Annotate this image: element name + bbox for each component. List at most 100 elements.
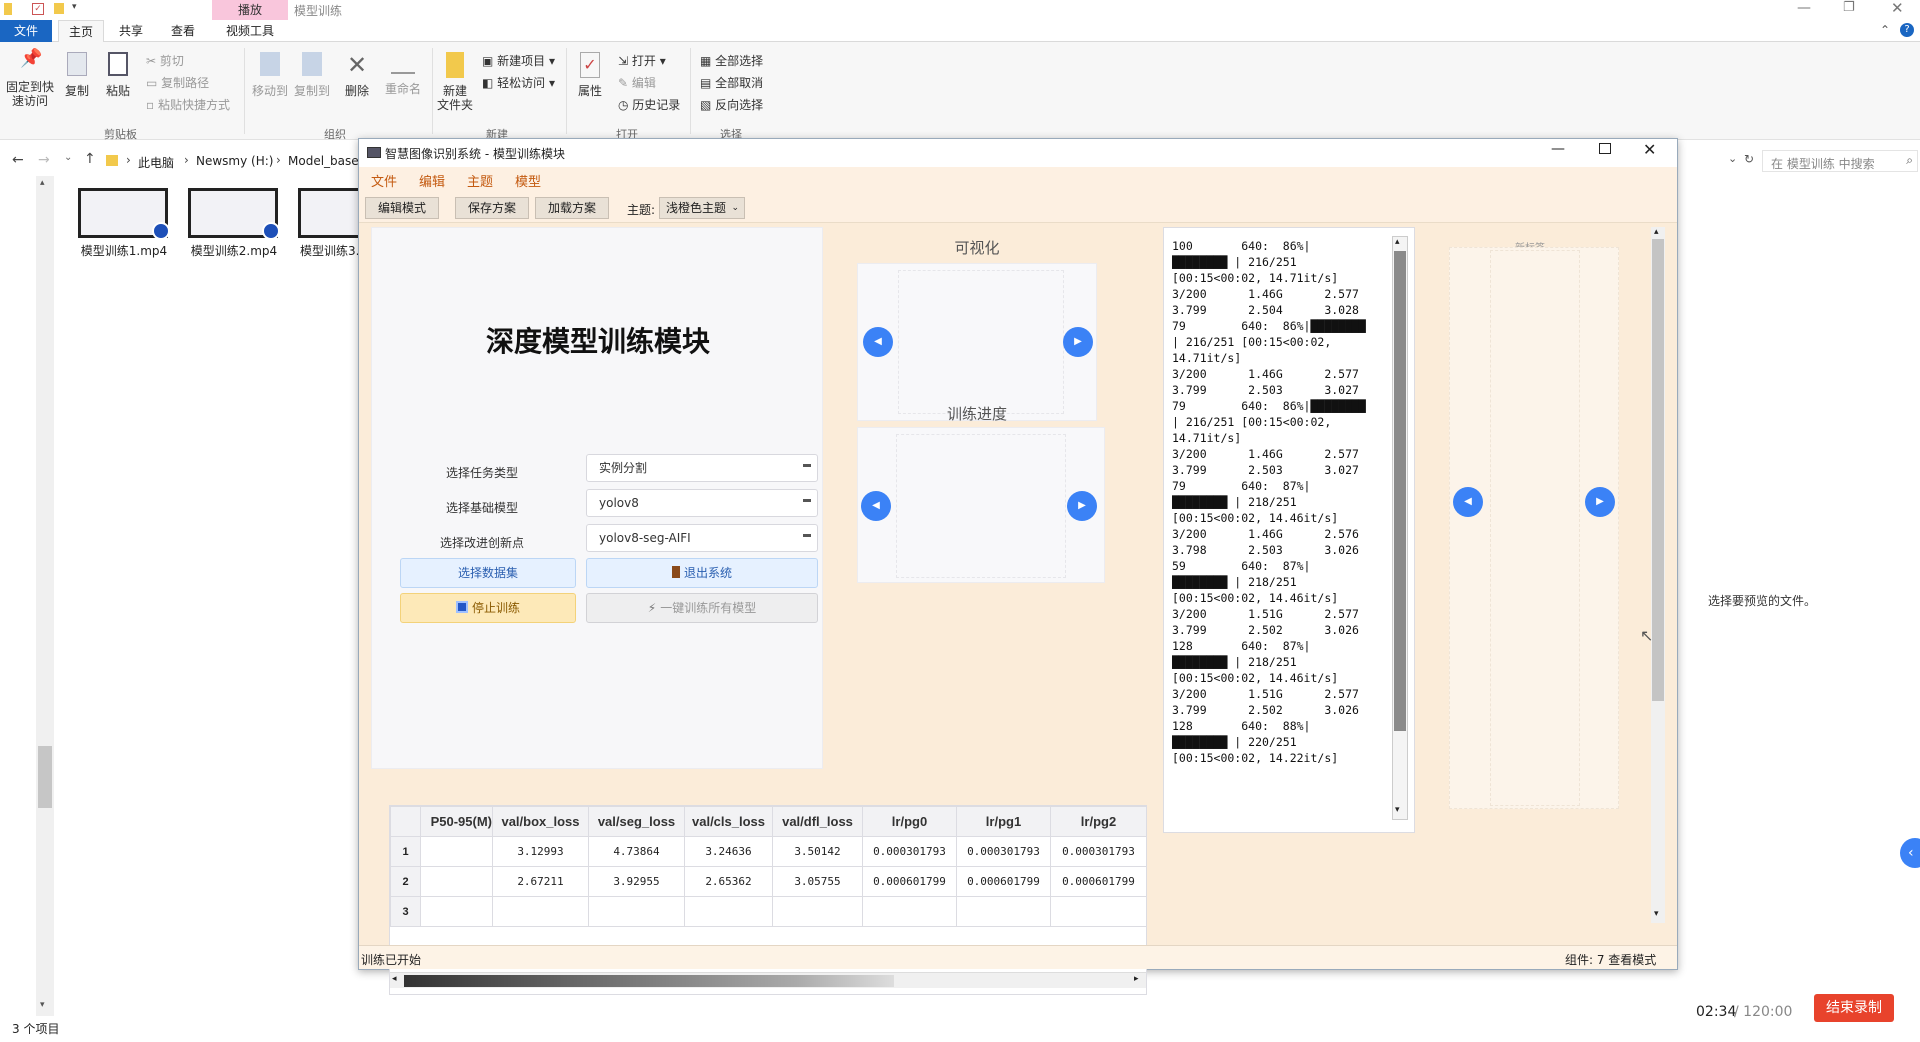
exit-system-button[interactable]: 退出系统 [586,558,818,588]
copy-to-button[interactable]: 复制到 [292,52,332,98]
qa-dropdown-icon[interactable]: ▾ [72,2,77,12]
table-cell[interactable]: 0.000301793 [862,836,957,867]
table-cell[interactable]: 0.000601799 [956,866,1051,897]
paste-shortcut-button[interactable]: ▫ 粘贴快捷方式 [146,96,230,113]
progress-next-button[interactable]: ▶ [1067,491,1097,521]
table-cell[interactable]: 3.50142 [772,836,863,867]
scrollbar-thumb[interactable] [1394,251,1406,731]
column-header[interactable]: val/cls_loss [684,806,773,837]
menu-model[interactable]: 模型 [515,171,541,190]
recent-dropdown-icon[interactable]: ⌄ [64,152,72,163]
new-item-button[interactable]: ▣ 新建项目 ▾ [482,52,555,69]
copy-button[interactable]: 复制 [60,52,94,98]
table-row[interactable]: 3 [390,896,1147,927]
tab-home[interactable]: 主页 [58,20,104,42]
scroll-up-icon[interactable]: ▴ [40,178,45,188]
new-tab-prev-button[interactable]: ◀ [1453,487,1483,517]
scroll-right-icon[interactable]: ▸ [1134,974,1139,984]
collapse-ribbon-icon[interactable]: ⌃ [1880,23,1890,37]
table-cell[interactable] [420,866,493,897]
properties-button[interactable]: ✓ 属性 [572,52,608,98]
base-model-select[interactable]: yolov8 [586,489,818,517]
breadcrumb-model-base[interactable]: Model_base [288,154,359,168]
file-item[interactable]: 模型训练1.mp4 [74,186,174,258]
column-header[interactable]: val/dfl_loss [772,806,863,837]
menu-file[interactable]: 文件 [371,171,397,190]
table-cell[interactable]: 0.000301793 [956,836,1051,867]
column-header[interactable]: lr/pg1 [956,806,1051,837]
minimize-icon[interactable]: — [1797,0,1811,16]
column-header[interactable]: lr/pg0 [862,806,957,837]
log-scrollbar[interactable]: ▴ ▾ [1392,236,1408,820]
table-cell[interactable]: 2.67211 [492,866,589,897]
tab-file[interactable]: 文件 [0,20,52,42]
progress-prev-button[interactable]: ◀ [861,491,891,521]
save-plan-button[interactable]: 保存方案 [455,197,529,219]
select-none-button[interactable]: ▤ 全部取消 [700,74,763,91]
close-icon[interactable]: ✕ [1643,140,1656,159]
minimize-icon[interactable]: — [1551,141,1565,157]
table-cell[interactable] [420,896,493,927]
table-cell[interactable] [862,896,957,927]
restore-icon[interactable]: ❐ [1843,0,1855,15]
horizontal-scrollbar[interactable]: ◂ ▸ [390,972,1146,988]
navigation-pane-scrollbar[interactable]: ▴ ▾ [36,176,54,1016]
column-header[interactable]: val/box_loss [492,806,589,837]
table-cell[interactable] [684,896,773,927]
file-item[interactable]: 模型训练2.mp4 [184,186,284,258]
search-input[interactable]: 在 模型训练 中搜索 ⌕ [1762,150,1918,172]
row-index[interactable]: 1 [390,836,421,867]
side-collapse-button[interactable]: ‹ [1900,838,1920,868]
up-arrow-icon[interactable]: ↑ [84,151,96,167]
viz-next-button[interactable]: ▶ [1063,327,1093,357]
train-all-models-button[interactable]: ⚡ 一键训练所有模型 [586,593,818,623]
task-type-select[interactable]: 实例分割 [586,454,818,482]
table-cell[interactable] [956,896,1051,927]
table-row[interactable]: 1 3.12993 4.73864 3.24636 3.50142 0.000301793… [390,836,1147,867]
new-tab-next-button[interactable]: ▶ [1585,487,1615,517]
new-folder-button[interactable]: 新建 文件夹 [436,52,474,112]
menu-theme[interactable]: 主题 [467,171,493,190]
table-cell[interactable]: 2.65362 [684,866,773,897]
body-scrollbar[interactable]: ▴ ▾ [1651,227,1665,923]
help-icon[interactable]: ? [1900,23,1914,37]
history-button[interactable]: ◷ 历史记录 [618,96,680,113]
column-header[interactable]: P50-95(M) [420,806,493,837]
back-arrow-icon[interactable]: ← [12,152,24,168]
row-index[interactable]: 2 [390,866,421,897]
viz-prev-button[interactable]: ◀ [863,327,893,357]
invert-selection-button[interactable]: ▧ 反向选择 [700,96,763,113]
scroll-left-icon[interactable]: ◂ [392,974,397,984]
scroll-down-icon[interactable]: ▾ [1654,909,1659,919]
edit-button[interactable]: ✎ 编辑 [618,74,656,91]
context-tab-play[interactable]: 播放 [212,0,288,20]
select-all-button[interactable]: ▦ 全部选择 [700,52,763,69]
scrollbar-thumb[interactable] [404,975,894,987]
new-folder-qa-icon[interactable] [54,3,64,14]
table-cell[interactable] [492,896,589,927]
menu-edit[interactable]: 编辑 [419,171,445,190]
tab-video-tools[interactable]: 视频工具 [212,20,288,42]
delete-button[interactable]: ✕ 删除 [342,52,372,98]
file-item[interactable]: 模型训练3. [294,186,358,258]
theme-select[interactable]: 浅橙色主题 ⌄ [659,197,745,219]
table-cell[interactable]: 3.12993 [492,836,589,867]
select-dataset-button[interactable]: 选择数据集 [400,558,576,588]
table-cell[interactable]: 3.05755 [772,866,863,897]
breadcrumb-this-pc[interactable]: 此电脑 [138,154,174,171]
open-button[interactable]: ⇲ 打开 ▾ [618,52,666,69]
table-cell[interactable]: 3.24636 [684,836,773,867]
column-header[interactable]: lr/pg2 [1050,806,1147,837]
stop-training-button[interactable]: 停止训练 [400,593,576,623]
rename-button[interactable]: 重命名 [382,52,424,96]
close-icon[interactable]: ✕ [1891,0,1904,17]
table-cell[interactable]: 0.000301793 [1050,836,1147,867]
cut-button[interactable]: ✂ 剪切 [146,52,184,69]
table-cell[interactable]: 0.000601799 [1050,866,1147,897]
scroll-up-icon[interactable]: ▴ [1654,227,1659,237]
table-cell[interactable] [772,896,863,927]
tab-view[interactable]: 查看 [160,20,206,42]
load-plan-button[interactable]: 加载方案 [535,197,609,219]
row-index[interactable]: 3 [390,896,421,927]
properties-qa-icon[interactable]: ✓ [32,3,44,15]
